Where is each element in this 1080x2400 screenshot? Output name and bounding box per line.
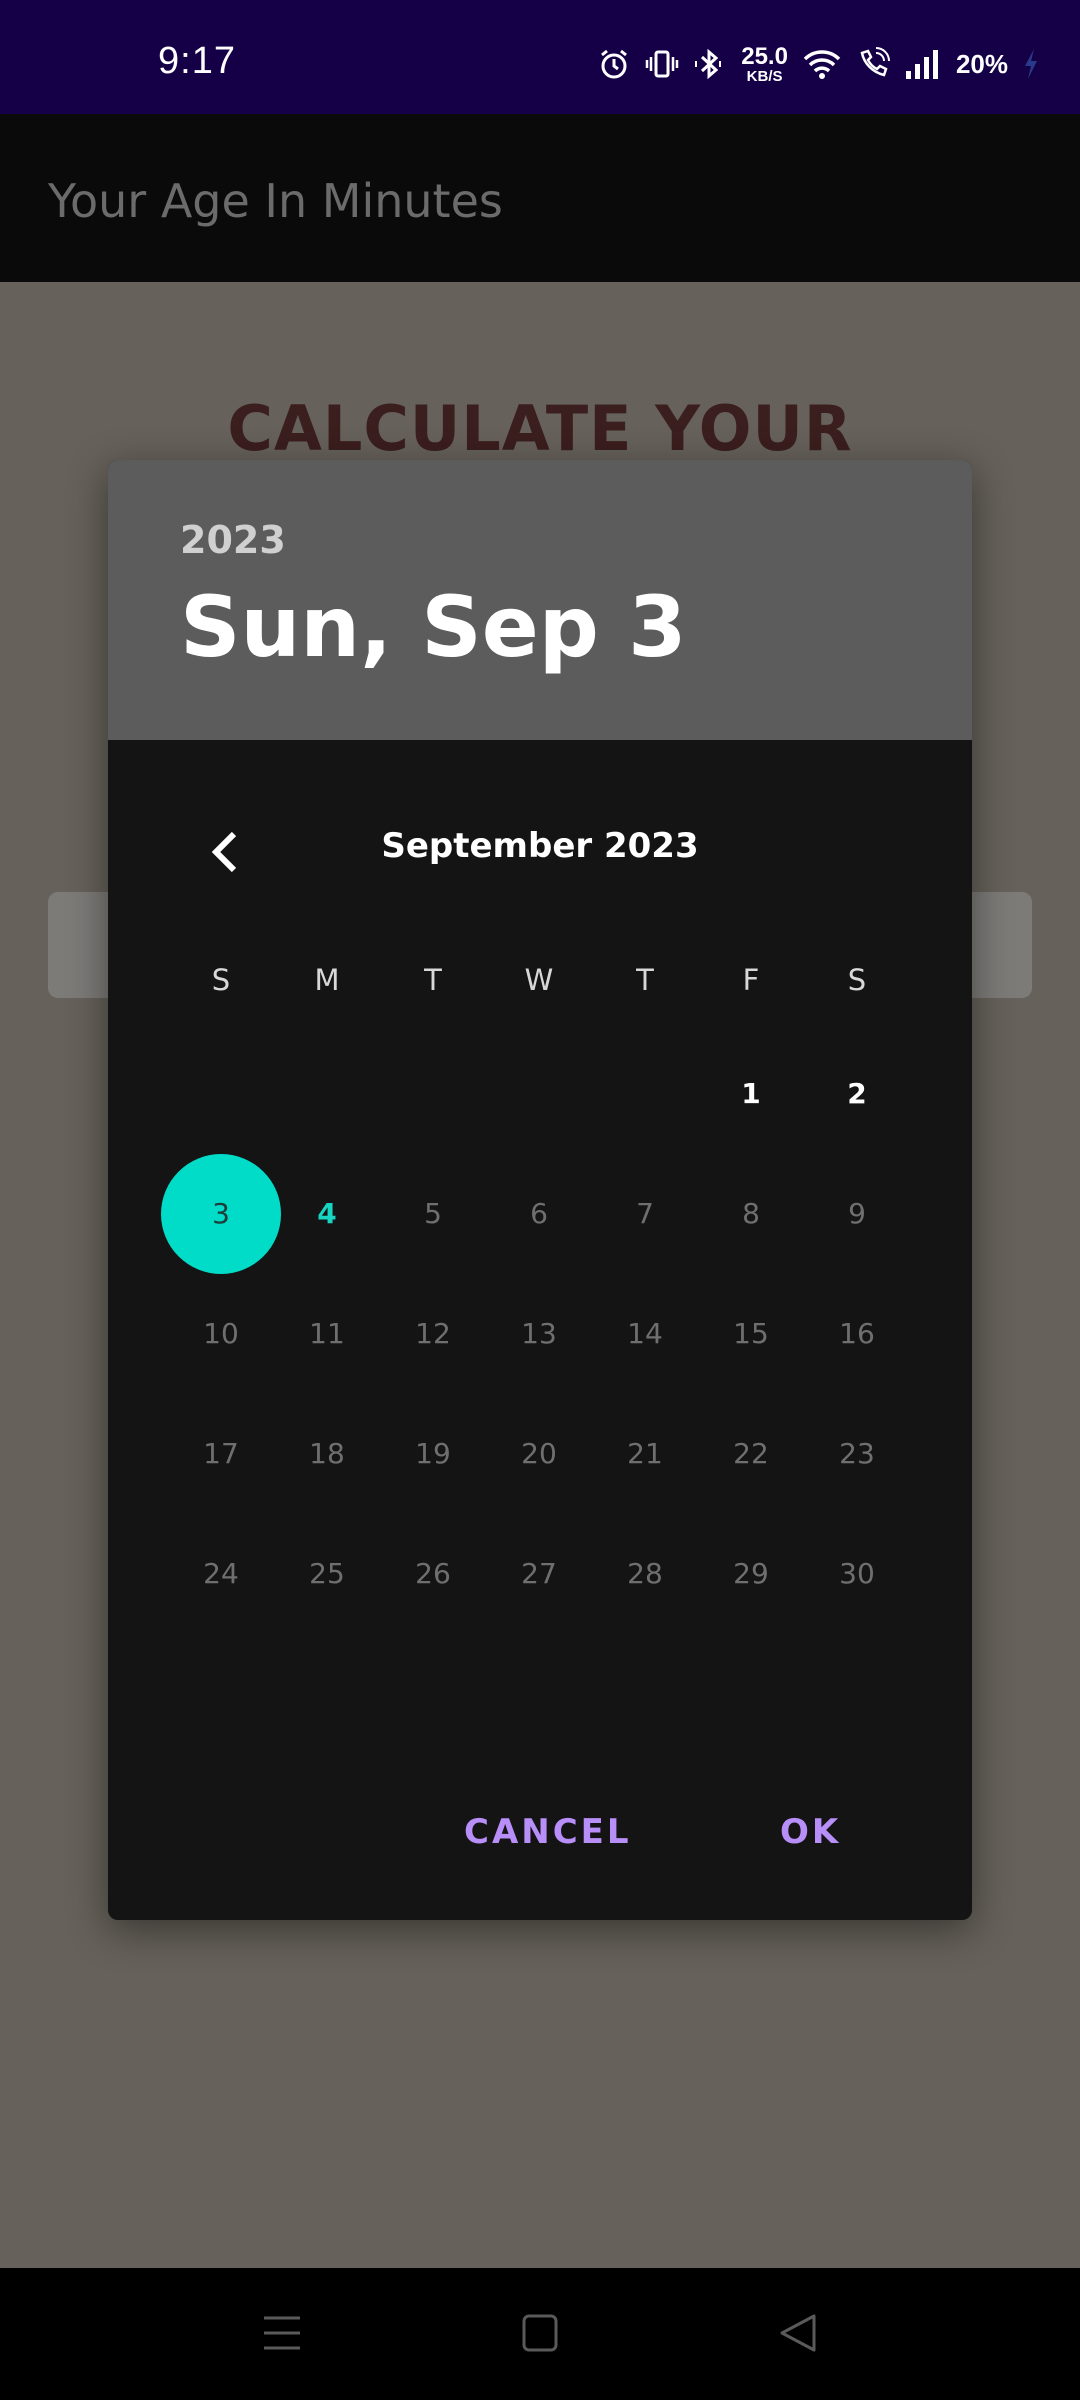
year-label[interactable]: 2023 [180,518,286,562]
day-cell: 17 [203,1437,239,1470]
day-cell: 5 [424,1197,442,1230]
wifi-call-icon [856,47,890,81]
weekday-label: F [742,963,760,997]
day-cell: 9 [848,1197,866,1230]
week-row: 1 2 [108,1064,972,1124]
day-cell: 23 [839,1437,875,1470]
day-cell-selected[interactable]: 3 [161,1154,281,1274]
app-bar: Your Age In Minutes [0,114,1080,282]
day-cell: 26 [415,1557,451,1590]
day-cell: 19 [415,1437,451,1470]
day-cell: 22 [733,1437,769,1470]
selected-date-label[interactable]: Sun, Sep 3 [180,578,687,676]
battery-charging-icon [1022,47,1040,81]
day-cell: 27 [521,1557,557,1590]
ok-button[interactable]: OK [780,1812,841,1852]
day-cell-today: 4 [317,1197,337,1230]
day-cell: 30 [839,1557,875,1590]
day-cell: 6 [530,1197,548,1230]
day-cell: 14 [627,1317,663,1350]
day-cell[interactable]: 2 [797,1064,917,1124]
vibrate-icon [645,47,679,81]
day-cell: 11 [309,1317,345,1350]
day-cell: 20 [521,1437,557,1470]
week-row: 10 11 12 13 14 15 16 [108,1304,972,1364]
net-speed-value: 25.0 [741,42,788,70]
date-picker-dialog: 2023 Sun, Sep 3 September 2023 S M T W T… [108,460,972,1920]
signal-icon [904,47,942,81]
menu-icon[interactable] [262,2312,302,2358]
day-cell[interactable]: 1 [691,1064,811,1124]
weekday-label: T [424,963,442,997]
week-row: 24 25 26 27 28 29 30 [108,1544,972,1604]
app-title: Your Age In Minutes [48,174,503,228]
weekday-label: T [636,963,654,997]
day-cell: 10 [203,1317,239,1350]
wifi-icon [802,47,842,81]
alarm-icon [597,47,631,81]
weekday-label: S [847,963,867,997]
day-cell: 13 [521,1317,557,1350]
navigation-bar [0,2268,1080,2400]
week-row: 3 4 5 6 7 8 9 [108,1154,972,1274]
status-bar: 9:17 25.0 KB/S 20% [0,0,1080,114]
day-cell: 8 [742,1197,760,1230]
day-cell: 21 [627,1437,663,1470]
date-picker-header: 2023 Sun, Sep 3 [108,460,972,740]
day-cell: 15 [733,1317,769,1350]
back-triangle-icon[interactable] [778,2312,818,2358]
status-icons: 25.0 KB/S 20% [597,44,1040,84]
day-cell: 16 [839,1317,875,1350]
cancel-button[interactable]: CANCEL [464,1812,632,1852]
day-cell: 18 [309,1437,345,1470]
page-heading: CALCULATE YOUR [227,392,853,465]
day-cell: 28 [627,1557,663,1590]
weekday-label: W [524,963,554,997]
status-time: 9:17 [158,40,236,82]
day-cell: 29 [733,1557,769,1590]
day-cell: 25 [309,1557,345,1590]
month-label: September 2023 [381,826,699,866]
day-cell: 12 [415,1317,451,1350]
net-speed-unit: KB/S [746,67,783,85]
home-square-icon[interactable] [520,2312,560,2358]
battery-percent: 20% [955,48,1008,79]
weekday-label: S [211,963,231,997]
week-row: 17 18 19 20 21 22 23 [108,1424,972,1484]
bluetooth-icon [693,47,727,81]
weekday-label: M [314,963,340,997]
day-cell: 24 [203,1557,239,1590]
day-cell: 7 [636,1197,654,1230]
net-speed: 25.0 KB/S [741,42,788,85]
weekday-header: S M T W T F S [108,950,972,1010]
